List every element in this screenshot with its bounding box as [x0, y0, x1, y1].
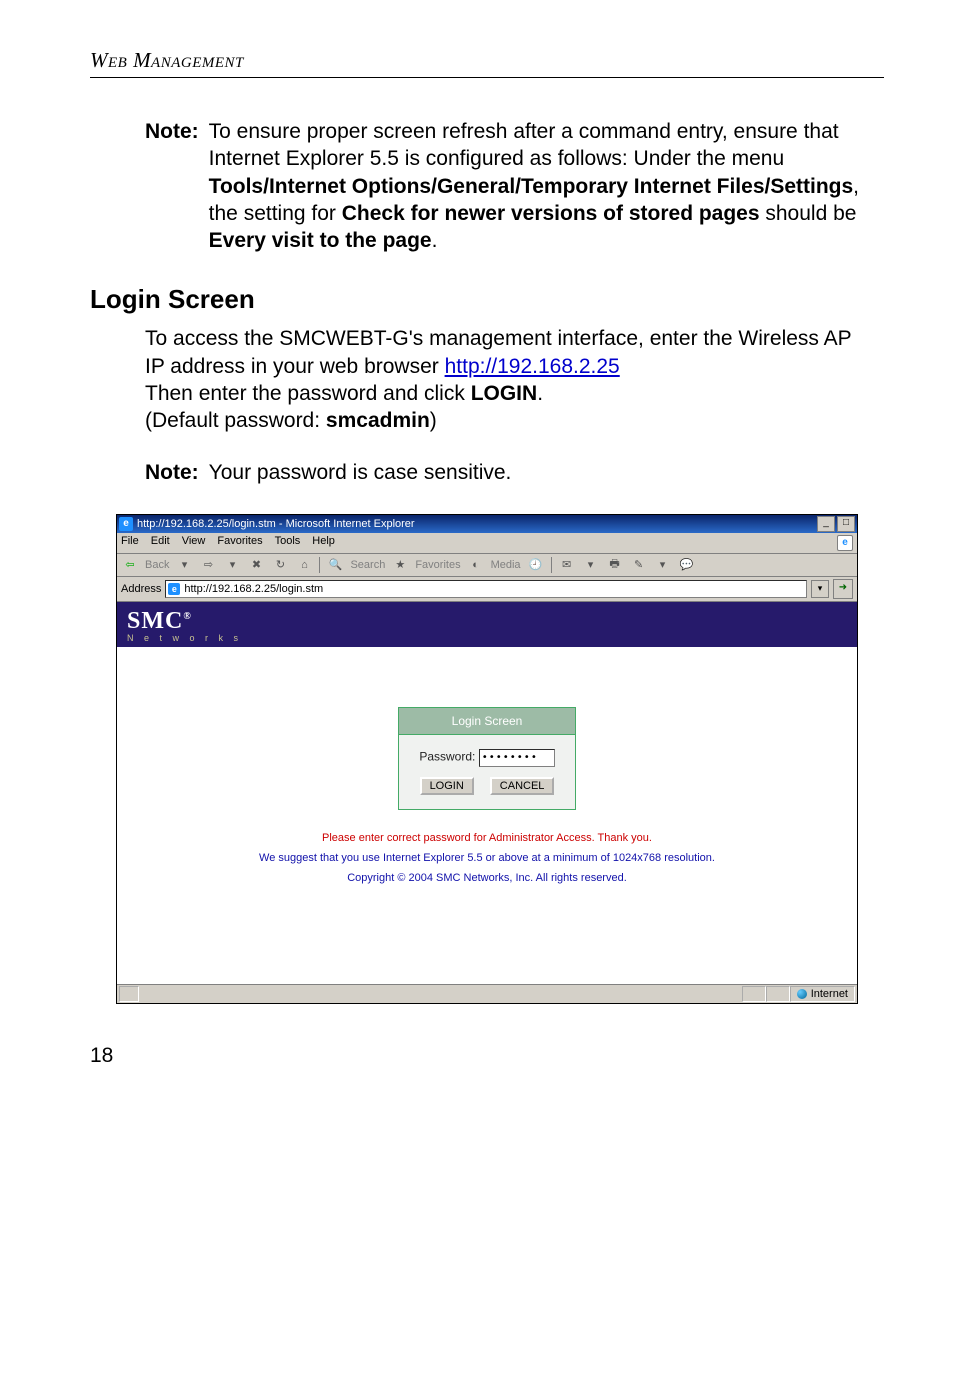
body-p2a: Then enter the password and click	[145, 382, 471, 405]
note-body: To ensure proper screen refresh after a …	[209, 118, 874, 254]
media-label[interactable]: Media	[491, 559, 521, 571]
print-button[interactable]: 🖶	[606, 556, 624, 574]
media-icon[interactable]: ◐	[467, 556, 485, 574]
browser-viewport: SMC® N e t w o r k s Login Screen Passwo…	[117, 602, 857, 984]
ie-addressbar: Address e http://192.168.2.25/login.stm …	[117, 577, 857, 602]
menu-help[interactable]: Help	[312, 535, 335, 551]
favorites-label[interactable]: Favorites	[415, 559, 460, 571]
status-cell-empty-2	[766, 986, 790, 1002]
go-button[interactable]: ➜	[833, 579, 853, 599]
ie-throbber-icon: e	[837, 535, 853, 551]
ip-link[interactable]: http://192.168.2.25	[445, 355, 620, 378]
smc-brand: SMC	[127, 608, 183, 634]
mail-button[interactable]: ✉	[558, 556, 576, 574]
info-message-1: We suggest that you use Internet Explore…	[117, 852, 857, 864]
smc-reg: ®	[183, 611, 191, 622]
note-label: Note:	[145, 118, 199, 254]
forward-button[interactable]: ⇨	[199, 556, 217, 574]
address-page-icon: e	[168, 583, 180, 595]
running-head: Web Management	[90, 48, 884, 73]
note1-g: .	[432, 229, 438, 252]
cancel-button[interactable]: CANCEL	[490, 777, 555, 795]
edit-dropdown-icon[interactable]: ▾	[654, 556, 672, 574]
login-header: Login Screen	[399, 708, 574, 735]
menu-favorites[interactable]: Favorites	[217, 535, 262, 551]
stop-button[interactable]: ✖	[247, 556, 265, 574]
page-number: 18	[90, 1044, 884, 1068]
minimize-button[interactable]: _	[817, 516, 835, 532]
address-field[interactable]: e http://192.168.2.25/login.stm	[165, 580, 807, 598]
status-page-icon	[119, 986, 139, 1002]
password-input[interactable]	[479, 749, 555, 767]
ie-menubar: File Edit View Favorites Tools Help e	[117, 533, 857, 554]
body-p2b: LOGIN	[471, 382, 538, 405]
note1-e: should be	[760, 202, 857, 225]
section-heading: Login Screen	[90, 284, 884, 315]
ie-statusbar: Internet	[117, 984, 857, 1003]
password-label: Password:	[419, 749, 475, 763]
body-p2c: .	[537, 382, 543, 405]
menu-view[interactable]: View	[182, 535, 206, 551]
note1-d: Check for newer versions of stored pages	[342, 202, 760, 225]
note-block-1: Note: To ensure proper screen refresh af…	[145, 118, 874, 254]
ie-title-text: http://192.168.2.25/login.stm - Microsof…	[137, 518, 415, 530]
body-p3a: (Default password:	[145, 409, 326, 432]
favorites-icon[interactable]: ★	[391, 556, 409, 574]
note-block-2: Note: Your password is case sensitive.	[145, 459, 874, 486]
search-label[interactable]: Search	[350, 559, 385, 571]
note1-f: Every visit to the page	[209, 229, 432, 252]
mail-dropdown-icon[interactable]: ▾	[582, 556, 600, 574]
login-button[interactable]: LOGIN	[420, 777, 474, 795]
status-zone: Internet	[790, 986, 855, 1002]
status-zone-text: Internet	[811, 988, 848, 1000]
globe-icon	[797, 989, 807, 999]
ie-window: e http://192.168.2.25/login.stm - Micros…	[116, 514, 858, 1004]
menu-file[interactable]: File	[121, 535, 139, 551]
ie-app-icon: e	[119, 517, 133, 531]
smc-logo-text: SMC®	[127, 608, 192, 634]
header-rule	[90, 77, 884, 78]
maximize-button[interactable]: □	[837, 516, 855, 532]
menu-tools[interactable]: Tools	[275, 535, 301, 551]
status-cell-empty-1	[742, 986, 766, 1002]
back-label[interactable]: Back	[145, 559, 169, 571]
edit-button[interactable]: ✎	[630, 556, 648, 574]
smc-banner: SMC® N e t w o r k s	[117, 602, 857, 647]
note1-a: To ensure proper screen refresh after a …	[209, 120, 839, 170]
forward-dropdown-icon[interactable]: ▾	[223, 556, 241, 574]
note1-b: Tools/Internet Options/General/Temporary…	[209, 175, 854, 198]
search-icon[interactable]: 🔍	[326, 556, 344, 574]
note2-body: Your password is case sensitive.	[209, 459, 874, 486]
error-message: Please enter correct password for Admini…	[117, 832, 857, 844]
discuss-button[interactable]: 💬	[678, 556, 696, 574]
copyright-message: Copyright © 2004 SMC Networks, Inc. All …	[117, 872, 857, 884]
body-p3b: smcadmin	[326, 409, 430, 432]
history-button[interactable]: 🕘	[527, 556, 545, 574]
note2-label: Note:	[145, 459, 199, 486]
address-value: http://192.168.2.25/login.stm	[184, 583, 323, 595]
address-label: Address	[121, 583, 161, 595]
refresh-button[interactable]: ↻	[271, 556, 289, 574]
home-button[interactable]: ⌂	[295, 556, 313, 574]
body-paragraphs: To access the SMCWEBT-G's management int…	[145, 325, 874, 434]
ie-titlebar: e http://192.168.2.25/login.stm - Micros…	[117, 515, 857, 533]
back-dropdown-icon[interactable]: ▾	[175, 556, 193, 574]
login-box: Login Screen Password: LOGIN CANCEL	[398, 707, 575, 810]
back-button[interactable]: ⇦	[121, 556, 139, 574]
ie-toolbar: ⇦ Back ▾ ⇨ ▾ ✖ ↻ ⌂ 🔍 Search ★ Favorites …	[117, 554, 857, 577]
menu-edit[interactable]: Edit	[151, 535, 170, 551]
smc-subtext: N e t w o r k s	[127, 633, 847, 643]
address-dropdown-icon[interactable]: ▾	[811, 580, 829, 598]
body-p3c: )	[430, 409, 437, 432]
